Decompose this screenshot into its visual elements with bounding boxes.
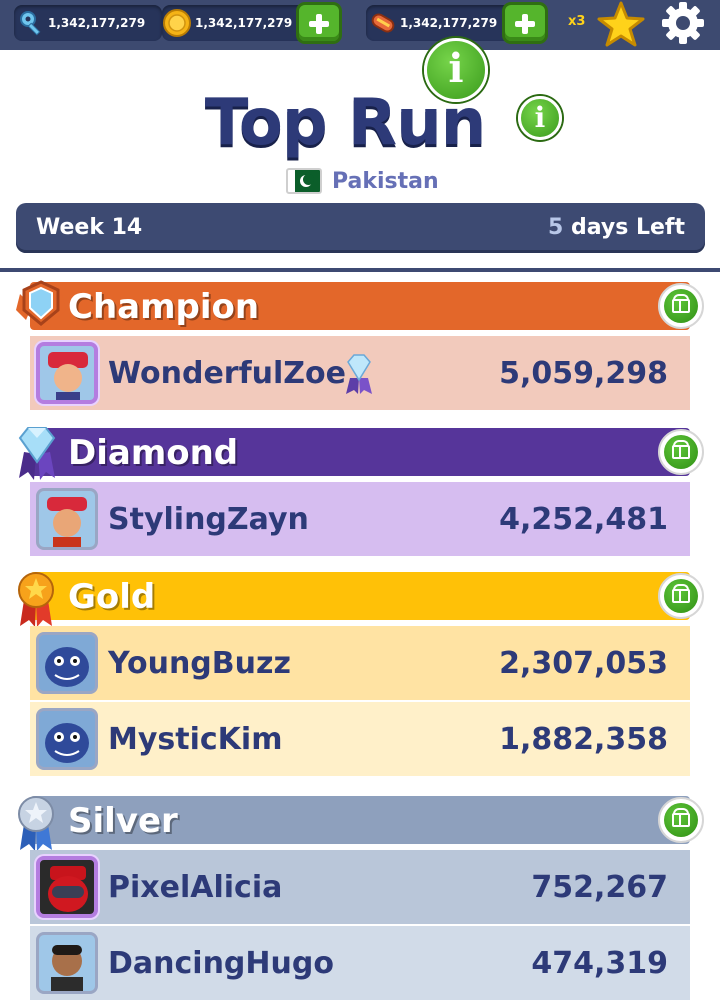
- player-name: StylingZayn: [108, 502, 309, 537]
- gift-icon[interactable]: [658, 797, 704, 843]
- table-row[interactable]: PixelAlicia 752,267: [30, 850, 690, 924]
- player-name: YoungBuzz: [108, 646, 291, 681]
- buy-coins-button[interactable]: [296, 2, 342, 44]
- country-selector[interactable]: Pakistan: [286, 166, 439, 196]
- player-score: 752,267: [531, 870, 668, 905]
- gold-badge-icon: [18, 572, 54, 627]
- table-row[interactable]: WonderfulZoe 5,059,298: [30, 336, 690, 410]
- country-name: Pakistan: [332, 168, 439, 194]
- player-name: DancingHugo: [108, 946, 334, 981]
- hoverboards-value: 1,342,177,279: [400, 16, 498, 30]
- top-bar: 1,342,177,279 1,342,177,279 1,342,177,27…: [0, 0, 720, 50]
- coins-value: 1,342,177,279: [195, 16, 293, 30]
- player-name: MysticKim: [108, 722, 283, 757]
- league-name: Diamond: [68, 433, 239, 473]
- table-row[interactable]: StylingZayn 4,252,481: [30, 482, 690, 556]
- avatar: [36, 856, 98, 918]
- table-row[interactable]: DancingHugo 474,319: [30, 926, 690, 1000]
- league-header-champion: Champion: [30, 282, 704, 330]
- avatar: [36, 342, 98, 404]
- gift-icon[interactable]: [658, 573, 704, 619]
- star-icon[interactable]: [594, 0, 648, 50]
- pakistan-flag-icon: [286, 168, 322, 194]
- gift-icon[interactable]: [658, 429, 704, 475]
- avatar: [36, 932, 98, 994]
- player-score: 5,059,298: [499, 356, 668, 391]
- silver-badge-icon: [18, 796, 54, 851]
- league-header-gold: Gold: [30, 572, 704, 620]
- coin-icon: [163, 9, 191, 37]
- table-row[interactable]: MysticKim 1,882,358: [30, 702, 690, 776]
- key-icon: [20, 11, 41, 36]
- avatar: [36, 632, 98, 694]
- week-label: Week 14: [36, 215, 143, 240]
- gift-icon[interactable]: [658, 283, 704, 329]
- page-title: Top Run: [204, 86, 487, 160]
- diamond-icon: [346, 354, 372, 394]
- player-score: 2,307,053: [499, 646, 668, 681]
- hoverboard-icon: [371, 13, 395, 33]
- days-left: 5 days Left: [547, 215, 685, 240]
- player-name: PixelAlicia: [108, 870, 283, 905]
- week-bar: Week 14 5 days Left: [16, 203, 705, 253]
- diamond-badge-icon: [18, 427, 56, 480]
- title-info-icon[interactable]: i: [518, 96, 562, 140]
- league-name: Champion: [68, 287, 260, 327]
- keys-counter: 1,342,177,279: [14, 5, 162, 41]
- gear-icon[interactable]: [658, 0, 708, 46]
- league-name: Silver: [68, 801, 178, 841]
- league-header-silver: Silver: [30, 796, 704, 844]
- league-name: Gold: [68, 577, 156, 617]
- player-score: 1,882,358: [499, 722, 668, 757]
- player-score: 474,319: [531, 946, 668, 981]
- player-name: WonderfulZoe: [108, 356, 347, 391]
- avatar: [36, 708, 98, 770]
- divider: [0, 268, 720, 272]
- champion-badge-icon: [16, 280, 66, 326]
- avatar: [36, 488, 98, 550]
- player-score: 4,252,481: [499, 502, 668, 537]
- league-header-diamond: Diamond: [30, 428, 704, 476]
- buy-hoverboards-button[interactable]: [502, 2, 548, 44]
- table-row[interactable]: YoungBuzz 2,307,053: [30, 626, 690, 700]
- score-multiplier: x3: [568, 14, 586, 29]
- keys-value: 1,342,177,279: [48, 16, 146, 30]
